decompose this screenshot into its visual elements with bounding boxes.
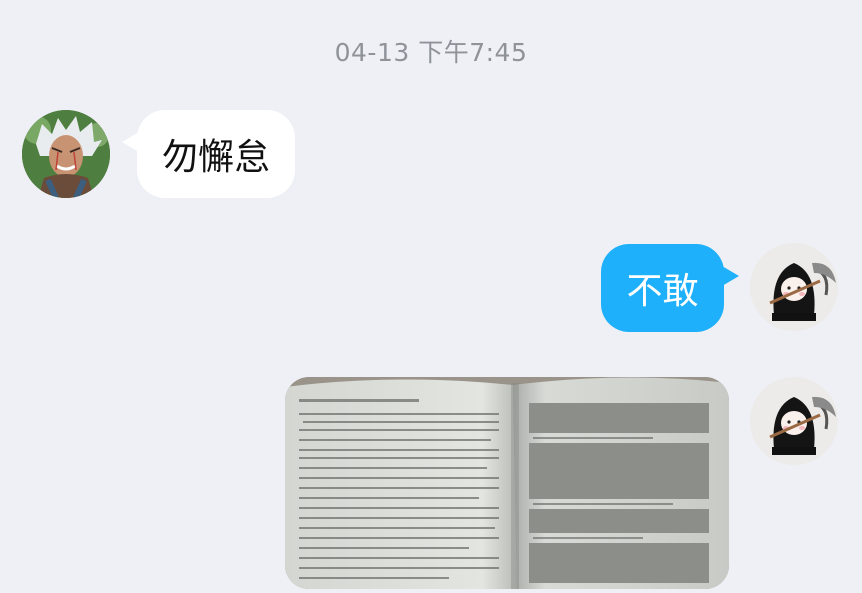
user-avatar[interactable] (750, 377, 838, 465)
outgoing-message-bubble[interactable]: 不敢 (601, 244, 739, 332)
contact-avatar[interactable] (22, 110, 110, 198)
open-book-photo (285, 377, 729, 589)
outgoing-message-text: 不敢 (626, 271, 699, 312)
incoming-message-text: 勿懈怠 (161, 137, 270, 178)
user-avatar[interactable] (750, 243, 838, 331)
grim-reaper-chibi-avatar-icon (750, 243, 838, 331)
anime-character-avatar-image (22, 110, 110, 198)
image-message[interactable] (285, 377, 729, 589)
grim-reaper-chibi-avatar-icon (750, 377, 838, 465)
chat-timestamp: 04-13 下午7:45 (334, 38, 528, 67)
incoming-message-bubble[interactable]: 勿懈怠 (122, 110, 295, 198)
